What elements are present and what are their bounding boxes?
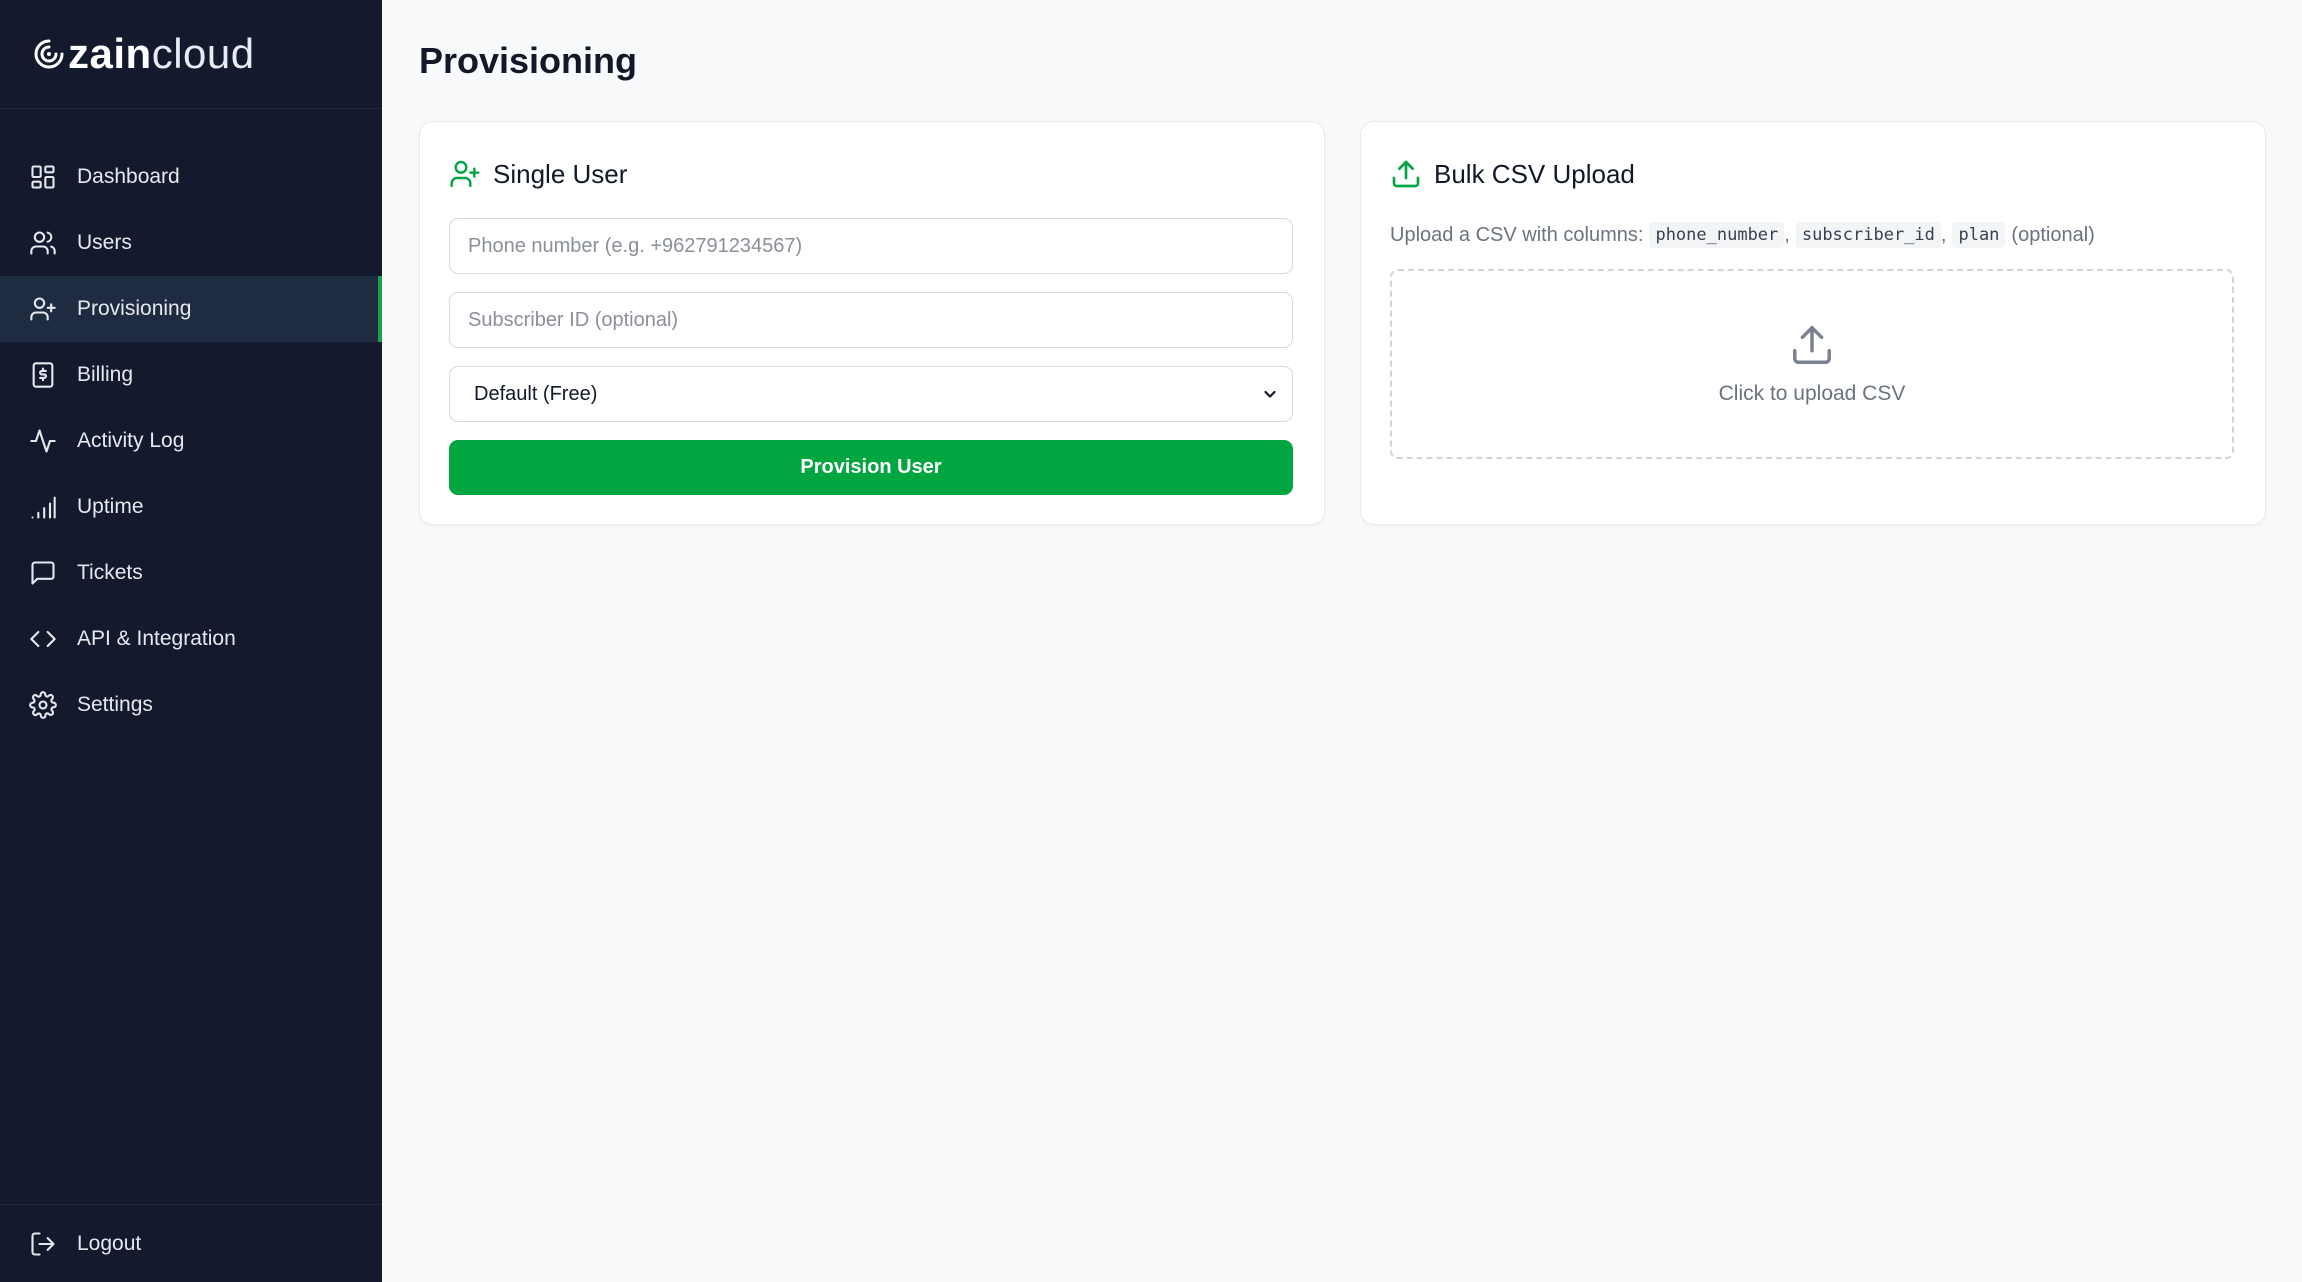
- logout-icon: [28, 1229, 58, 1259]
- sidebar-item-label: Dashboard: [77, 165, 180, 188]
- sidebar: zaincloud Dashboard Users Provisioning B…: [0, 0, 382, 1282]
- page-title: Provisioning: [419, 40, 638, 81]
- column-plan: plan: [1952, 222, 2006, 248]
- subscriber-id-input[interactable]: [449, 292, 1293, 348]
- single-user-title: Single User: [493, 158, 628, 189]
- csv-columns-description: Upload a CSV with columns: phone_number,…: [1390, 222, 2095, 248]
- code-icon: [28, 624, 58, 654]
- single-user-card: Single User Default (Free) Provision Use…: [419, 121, 1325, 525]
- sidebar-item-label: Billing: [77, 363, 134, 386]
- sidebar-item-label: Uptime: [77, 495, 144, 518]
- signal-icon: [28, 492, 58, 522]
- receipt-icon: [28, 360, 58, 390]
- single-user-heading: Single User: [449, 158, 627, 190]
- users-icon: [28, 228, 58, 258]
- sidebar-item-uptime[interactable]: Uptime: [0, 474, 382, 540]
- phone-number-input[interactable]: [449, 218, 1293, 274]
- sidebar-footer: Logout: [0, 1204, 382, 1282]
- provision-user-button[interactable]: Provision User: [449, 440, 1293, 495]
- column-subscriber-id: subscriber_id: [1795, 222, 1941, 248]
- plan-select[interactable]: Default (Free): [449, 366, 1293, 422]
- csv-upload-dropzone[interactable]: Click to upload CSV: [1390, 269, 2234, 459]
- sidebar-item-tickets[interactable]: Tickets: [0, 540, 382, 606]
- chevron-down-icon: [1264, 390, 1276, 398]
- main-content: Provisioning Single User Default (Free) …: [382, 0, 2302, 1282]
- sidebar-item-label: Provisioning: [77, 297, 192, 320]
- sidebar-item-label: Settings: [77, 693, 153, 716]
- sidebar-item-label: Users: [77, 231, 132, 254]
- sidebar-item-provisioning[interactable]: Provisioning: [0, 276, 382, 342]
- logout-label: Logout: [77, 1231, 142, 1255]
- bulk-csv-card: Bulk CSV Upload Upload a CSV with column…: [1360, 121, 2266, 525]
- column-phone-number: phone_number: [1649, 222, 1785, 248]
- bulk-csv-title: Bulk CSV Upload: [1434, 158, 1635, 189]
- brand-logo[interactable]: zaincloud: [0, 0, 382, 109]
- sidebar-nav: Dashboard Users Provisioning Billing Act…: [0, 144, 382, 738]
- logout-button[interactable]: Logout: [0, 1211, 382, 1277]
- sidebar-item-activity-log[interactable]: Activity Log: [0, 408, 382, 474]
- dashboard-icon: [28, 162, 58, 192]
- sidebar-item-api-integration[interactable]: API & Integration: [0, 606, 382, 672]
- activity-icon: [28, 426, 58, 456]
- sidebar-item-users[interactable]: Users: [0, 210, 382, 276]
- user-plus-icon: [28, 294, 58, 324]
- gear-icon: [28, 690, 58, 720]
- zain-logo-icon: [34, 39, 64, 69]
- upload-icon: [1392, 160, 1420, 188]
- upload-icon: [1793, 326, 1831, 364]
- sidebar-item-label: Activity Log: [77, 429, 185, 452]
- bulk-csv-heading: Bulk CSV Upload: [1390, 158, 1635, 190]
- sidebar-item-settings[interactable]: Settings: [0, 672, 382, 738]
- sidebar-item-billing[interactable]: Billing: [0, 342, 382, 408]
- brand-name: zaincloud: [68, 30, 255, 77]
- message-square-icon: [28, 558, 58, 588]
- sidebar-item-label: Tickets: [77, 561, 143, 584]
- sidebar-item-dashboard[interactable]: Dashboard: [0, 144, 382, 210]
- plan-select-value: Default (Free): [474, 382, 598, 405]
- user-plus-icon: [450, 160, 480, 188]
- upload-label: Click to upload CSV: [1718, 382, 1906, 405]
- sidebar-item-label: API & Integration: [77, 627, 236, 650]
